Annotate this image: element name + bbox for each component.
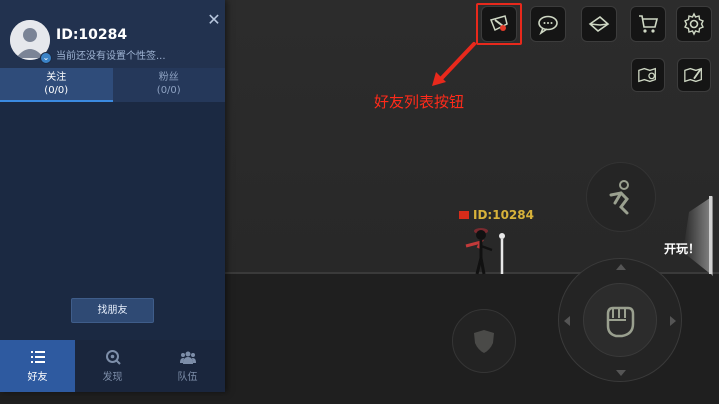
- nav-team[interactable]: 队伍: [150, 340, 225, 392]
- fist-icon: [606, 306, 635, 338]
- follow-tabs: 关注 (0/0) 粉丝 (0/0): [0, 68, 225, 102]
- nav-discover[interactable]: 发现: [75, 340, 150, 392]
- attack-button[interactable]: [583, 283, 657, 357]
- shop-button[interactable]: [630, 6, 666, 42]
- shield-icon: [474, 330, 494, 353]
- run-icon: [609, 180, 629, 215]
- nav-friends[interactable]: 好友: [0, 340, 75, 392]
- nav-label: 队伍: [177, 372, 198, 383]
- jump-button[interactable]: [586, 162, 656, 232]
- highlight-box: [476, 3, 522, 45]
- pad-down-arrow-icon: [616, 370, 626, 376]
- chevron-down-icon[interactable]: ⌄: [40, 52, 52, 64]
- tab-count: (0/0): [44, 85, 69, 96]
- map-edit-icon: [684, 67, 702, 83]
- pad-right-arrow-icon: [670, 316, 676, 326]
- tab-label: 粉丝: [158, 72, 179, 83]
- mail-icon: [588, 15, 610, 33]
- signature-text[interactable]: 当前还没有设置个性签...: [56, 47, 166, 62]
- map-pin-button[interactable]: [631, 58, 665, 92]
- player-tag: ID:10284: [459, 208, 534, 222]
- settings-gear-icon: [684, 12, 704, 36]
- defend-button[interactable]: [452, 309, 516, 373]
- tab-fans[interactable]: 粉丝 (0/0): [112, 68, 225, 102]
- panel-header: ⌄ ID:10284 当前还没有设置个性签... ✕: [0, 0, 225, 68]
- tab-count: (0/0): [156, 85, 181, 96]
- mail-button[interactable]: [581, 6, 617, 42]
- list-icon: [30, 351, 45, 363]
- tab-following[interactable]: 关注 (0/0): [0, 68, 113, 102]
- discover-icon: [105, 350, 121, 365]
- map-pin-icon: [638, 67, 656, 83]
- close-icon[interactable]: ✕: [206, 12, 222, 28]
- chat-button[interactable]: [530, 6, 566, 42]
- bottom-nav: 好友 发现 队伍: [0, 340, 225, 392]
- flag-icon: [459, 211, 469, 219]
- pad-up-arrow-icon: [616, 264, 626, 270]
- start-pole: [709, 196, 712, 274]
- friend-panel: ⌄ ID:10284 当前还没有设置个性签... ✕ 关注 (0/0) 粉丝 (…: [0, 0, 225, 392]
- pad-left-arrow-icon: [564, 316, 570, 326]
- nav-label: 好友: [27, 372, 48, 383]
- team-icon: [179, 351, 196, 364]
- tab-label: 关注: [46, 72, 67, 83]
- player-character: [465, 228, 505, 275]
- attack-joystick[interactable]: [558, 258, 682, 382]
- start-label[interactable]: 开玩！: [664, 240, 700, 257]
- shop-cart-icon: [639, 15, 659, 33]
- map-edit-button[interactable]: [677, 58, 711, 92]
- chat-icon: [538, 15, 558, 36]
- annotation-label: 好友列表按钮: [374, 93, 465, 111]
- nav-label: 发现: [102, 372, 123, 383]
- annotation-arrow: [432, 42, 476, 86]
- settings-button[interactable]: [676, 6, 712, 42]
- find-friend-button[interactable]: 找朋友: [71, 298, 154, 323]
- user-id: ID:10284: [56, 27, 128, 43]
- player-id-label: ID:10284: [473, 208, 534, 222]
